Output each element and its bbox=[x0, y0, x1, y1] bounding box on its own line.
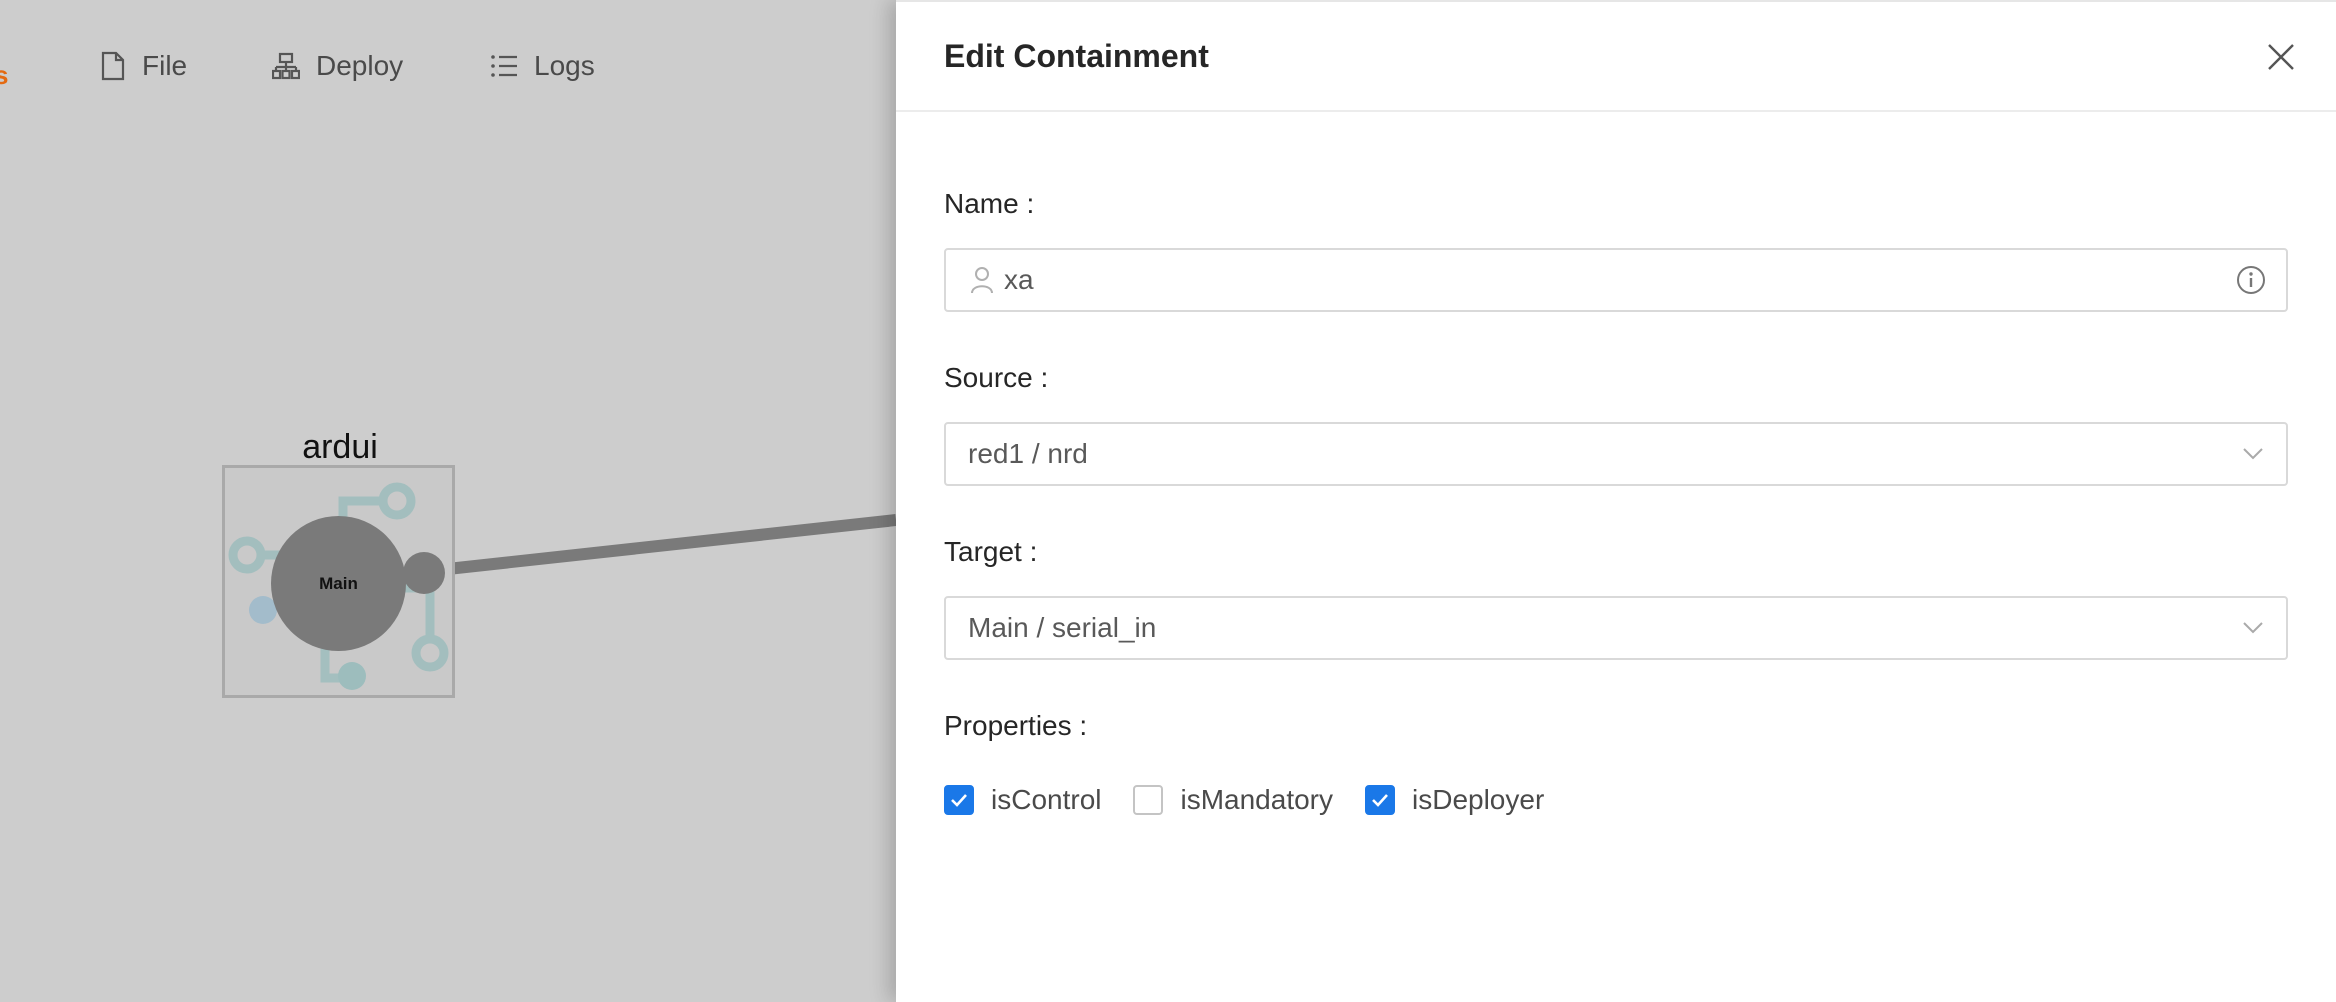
node-title: ardui bbox=[302, 428, 378, 466]
name-label: Name : bbox=[944, 188, 1035, 219]
name-input-value: xa bbox=[1004, 264, 1034, 295]
info-icon[interactable] bbox=[2236, 265, 2266, 295]
source-select-value: red1 / nrd bbox=[968, 438, 1088, 469]
drawer-title: Edit Containment bbox=[944, 38, 1209, 74]
checkbox-iscontrol-label: isControl bbox=[991, 784, 1102, 815]
target-label: Target : bbox=[944, 536, 1038, 567]
checkbox-ismandatory[interactable]: isMandatory bbox=[1133, 784, 1333, 816]
checkbox-ismandatory-label: isMandatory bbox=[1180, 784, 1333, 815]
chevron-down-icon bbox=[2243, 622, 2263, 634]
diagram-canvas[interactable]: s File Deploy Logs ardui Main bbox=[0, 0, 896, 1002]
source-select[interactable]: red1 / nrd bbox=[944, 422, 2288, 486]
port-main-label: Main bbox=[319, 573, 358, 593]
drawer-header: Edit Containment bbox=[896, 2, 2336, 112]
checkbox-checked[interactable] bbox=[1365, 785, 1395, 815]
chevron-down-icon bbox=[2243, 448, 2263, 460]
edit-containment-drawer: Edit Containment Name : xa Source : red1… bbox=[896, 0, 2336, 1002]
checkbox-checked[interactable] bbox=[944, 785, 974, 815]
name-input[interactable]: xa bbox=[944, 248, 2288, 312]
check-icon bbox=[1372, 794, 1388, 807]
properties-checkbox-group: isControl isMandatory isDeployer bbox=[944, 784, 1576, 816]
target-select-value: Main / serial_in bbox=[968, 612, 1157, 643]
checkbox-isdeployer-label: isDeployer bbox=[1412, 784, 1545, 815]
port-main[interactable]: Main bbox=[271, 516, 406, 651]
close-icon[interactable] bbox=[2266, 42, 2296, 72]
checkbox-unchecked[interactable] bbox=[1133, 785, 1164, 815]
port-connector[interactable] bbox=[403, 552, 445, 594]
checkbox-isdeployer[interactable]: isDeployer bbox=[1365, 784, 1544, 816]
check-icon bbox=[951, 794, 967, 807]
target-select[interactable]: Main / serial_in bbox=[944, 596, 2288, 660]
properties-label: Properties : bbox=[944, 710, 1088, 741]
checkbox-iscontrol[interactable]: isControl bbox=[944, 784, 1101, 816]
source-label: Source : bbox=[944, 362, 1049, 393]
user-icon bbox=[971, 267, 993, 294]
